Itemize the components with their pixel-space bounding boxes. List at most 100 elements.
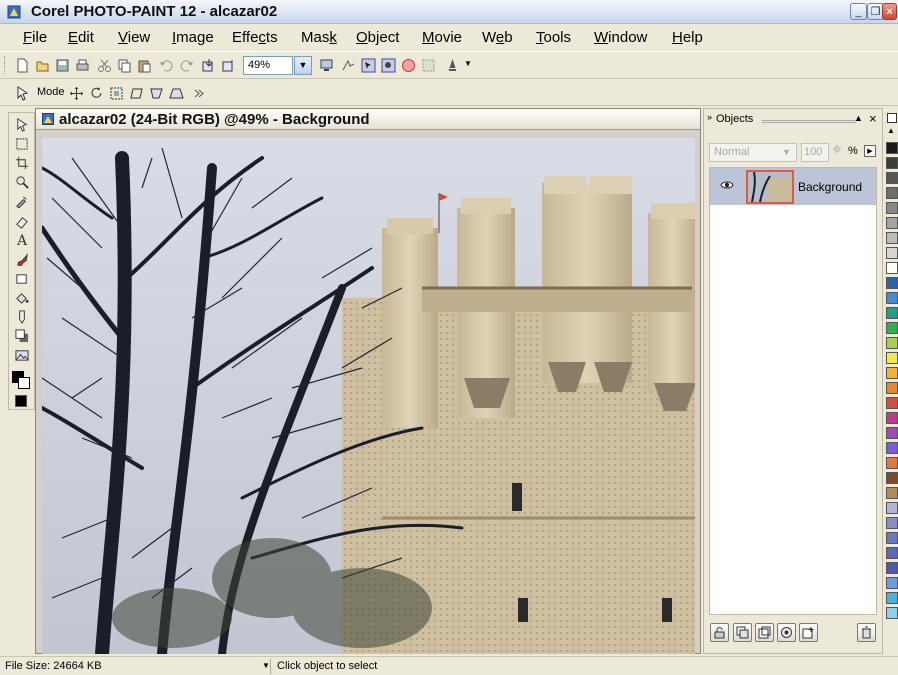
- palette-swatch[interactable]: [886, 457, 898, 469]
- eraser-tool[interactable]: [12, 213, 32, 231]
- create-mask-button[interactable]: [777, 623, 796, 642]
- redo-icon[interactable]: [178, 57, 194, 73]
- zoom-dropdown-button[interactable]: ▼: [294, 56, 312, 75]
- menu-view[interactable]: View: [118, 29, 150, 46]
- import-icon[interactable]: [200, 57, 216, 73]
- palette-swatch[interactable]: [886, 232, 898, 244]
- lock-layer-button[interactable]: [710, 623, 729, 642]
- status-dropdown-icon[interactable]: ▼: [262, 661, 270, 670]
- menu-tools[interactable]: Tools: [536, 29, 571, 46]
- pick-tool[interactable]: [12, 116, 32, 134]
- palette-swatch[interactable]: [886, 577, 898, 589]
- full-screen-preview-icon[interactable]: [318, 57, 334, 73]
- image-canvas[interactable]: [42, 138, 695, 654]
- new-lens-button[interactable]: [755, 623, 774, 642]
- close-button[interactable]: ×: [882, 3, 897, 20]
- objects-docker-header[interactable]: » Objects ▲ ×: [704, 109, 882, 131]
- palette-swatch[interactable]: [886, 307, 898, 319]
- palette-swatch[interactable]: [886, 217, 898, 229]
- document-title-bar[interactable]: alcazar02 (24-Bit RGB) @49% - Background: [36, 109, 700, 130]
- palette-swatch[interactable]: [886, 367, 898, 379]
- palette-swatch[interactable]: [886, 322, 898, 334]
- object-picker-icon[interactable]: [360, 57, 376, 73]
- palette-swatch[interactable]: [886, 427, 898, 439]
- text-tool[interactable]: A: [12, 232, 32, 250]
- combine-objects-button[interactable]: [799, 623, 818, 642]
- rectangle-mask-tool[interactable]: [12, 135, 32, 153]
- palette-swatch[interactable]: [886, 547, 898, 559]
- show-mask-icon[interactable]: [400, 57, 416, 73]
- layer-row-background[interactable]: Background: [710, 168, 876, 205]
- menu-movie[interactable]: Movie: [422, 29, 462, 46]
- palette-swatch[interactable]: [886, 502, 898, 514]
- palette-swatch[interactable]: [886, 142, 898, 154]
- blend-mode-dropdown-icon[interactable]: ▼: [778, 144, 795, 161]
- opacity-slider-icon[interactable]: ✥: [829, 143, 845, 162]
- fill-tool[interactable]: [12, 289, 32, 307]
- palette-swatch[interactable]: [886, 397, 898, 409]
- opacity-input[interactable]: 100: [801, 143, 829, 162]
- pick-tool-icon[interactable]: [14, 85, 30, 101]
- minimize-button[interactable]: _: [850, 3, 867, 20]
- rectangle-tool[interactable]: [12, 270, 32, 288]
- palette-swatch[interactable]: [886, 472, 898, 484]
- paint-tool[interactable]: [12, 251, 32, 269]
- palette-swatch[interactable]: [886, 337, 898, 349]
- image-slicing-tool[interactable]: [12, 346, 32, 364]
- zoom-tool[interactable]: [12, 173, 32, 191]
- delete-object-button[interactable]: [857, 623, 876, 642]
- effect-tool[interactable]: [12, 308, 32, 326]
- perspective-mode-icon[interactable]: [168, 85, 184, 101]
- palette-scroll-up-icon[interactable]: ▲: [887, 126, 895, 135]
- background-color-swatch[interactable]: [18, 377, 30, 389]
- palette-swatch[interactable]: [886, 172, 898, 184]
- position-mode-icon[interactable]: [68, 85, 84, 101]
- drop-shadow-tool[interactable]: [12, 327, 32, 345]
- palette-swatch[interactable]: [886, 487, 898, 499]
- copy-icon[interactable]: [116, 57, 132, 73]
- distort-mode-icon[interactable]: [148, 85, 164, 101]
- paste-icon[interactable]: [136, 57, 152, 73]
- palette-swatch[interactable]: [886, 517, 898, 529]
- new-object-button[interactable]: [733, 623, 752, 642]
- toolbar-grip[interactable]: [4, 56, 7, 74]
- palette-swatch[interactable]: [886, 592, 898, 604]
- menu-edit[interactable]: Edit: [68, 29, 94, 46]
- menu-mask[interactable]: Mask: [301, 29, 337, 46]
- palette-swatch[interactable]: [886, 157, 898, 169]
- palette-swatch[interactable]: [886, 262, 898, 274]
- palette-swatch[interactable]: [886, 187, 898, 199]
- palette-swatch[interactable]: [886, 352, 898, 364]
- skew-mode-icon[interactable]: [128, 85, 144, 101]
- menu-effects[interactable]: Effects: [232, 29, 278, 46]
- show-object-marquee-icon[interactable]: [420, 57, 436, 73]
- menu-help[interactable]: Help: [672, 29, 703, 46]
- rotate-mode-icon[interactable]: [88, 85, 104, 101]
- object-marquee-icon[interactable]: [380, 57, 396, 73]
- zoom-level-input[interactable]: 49%: [243, 56, 293, 75]
- color-swatches[interactable]: [12, 371, 32, 391]
- opacity-flyout-icon[interactable]: ▶: [864, 145, 876, 157]
- fill-color-swatch[interactable]: [15, 395, 27, 407]
- mask-tool-icon[interactable]: [340, 57, 356, 73]
- palette-swatch[interactable]: [886, 202, 898, 214]
- export-icon[interactable]: [220, 57, 236, 73]
- palette-swatch[interactable]: [886, 412, 898, 424]
- new-document-icon[interactable]: [14, 57, 30, 73]
- menu-web[interactable]: Web: [482, 29, 513, 46]
- palette-swatch[interactable]: [886, 442, 898, 454]
- docker-collapse-icon[interactable]: »: [707, 112, 712, 122]
- toolbar-overflow-icon[interactable]: [190, 85, 206, 101]
- palette-swatch[interactable]: [886, 562, 898, 574]
- undo-icon[interactable]: [158, 57, 174, 73]
- eyedropper-tool[interactable]: [12, 192, 32, 210]
- crop-tool[interactable]: [12, 154, 32, 172]
- palette-swatch[interactable]: [886, 382, 898, 394]
- docker-up-arrow-icon[interactable]: ▲: [854, 113, 863, 123]
- cut-icon[interactable]: [96, 57, 112, 73]
- menu-file[interactable]: File: [23, 29, 47, 46]
- application-launcher-icon[interactable]: [444, 57, 460, 73]
- menu-image[interactable]: Image: [172, 29, 214, 46]
- menu-window[interactable]: Window: [594, 29, 647, 46]
- palette-swatch[interactable]: [886, 247, 898, 259]
